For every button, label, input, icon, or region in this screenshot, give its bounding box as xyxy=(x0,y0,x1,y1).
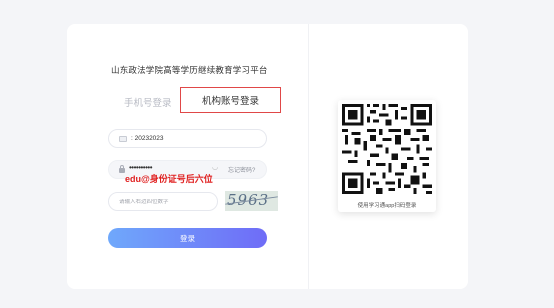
captcha-image[interactable]: 5963 xyxy=(225,191,278,211)
captcha-input[interactable] xyxy=(119,198,215,205)
captcha-field[interactable] xyxy=(108,192,218,211)
account-value: : 20232023 xyxy=(131,135,164,142)
qr-code xyxy=(342,104,432,194)
password-annotation: edu@身份证号后六位 xyxy=(125,174,213,184)
account-field[interactable]: : 20232023 xyxy=(108,129,267,148)
password-value: •••••••••• xyxy=(129,163,153,172)
tab-org-login[interactable]: 机构账号登录 xyxy=(180,87,281,113)
platform-title: 山东政法学院高等学历继续教育学习平台 xyxy=(111,65,268,75)
id-card-icon xyxy=(119,135,127,142)
login-button[interactable]: 登录 xyxy=(108,228,267,248)
eye-closed-icon[interactable]: ◡ xyxy=(212,163,218,171)
card-divider xyxy=(308,24,309,289)
tab-phone-login[interactable]: 手机号登录 xyxy=(124,95,172,109)
forgot-password-link[interactable]: 忘记密码? xyxy=(228,165,255,174)
qr-caption: 使用学习通app扫码登录 xyxy=(357,203,417,209)
